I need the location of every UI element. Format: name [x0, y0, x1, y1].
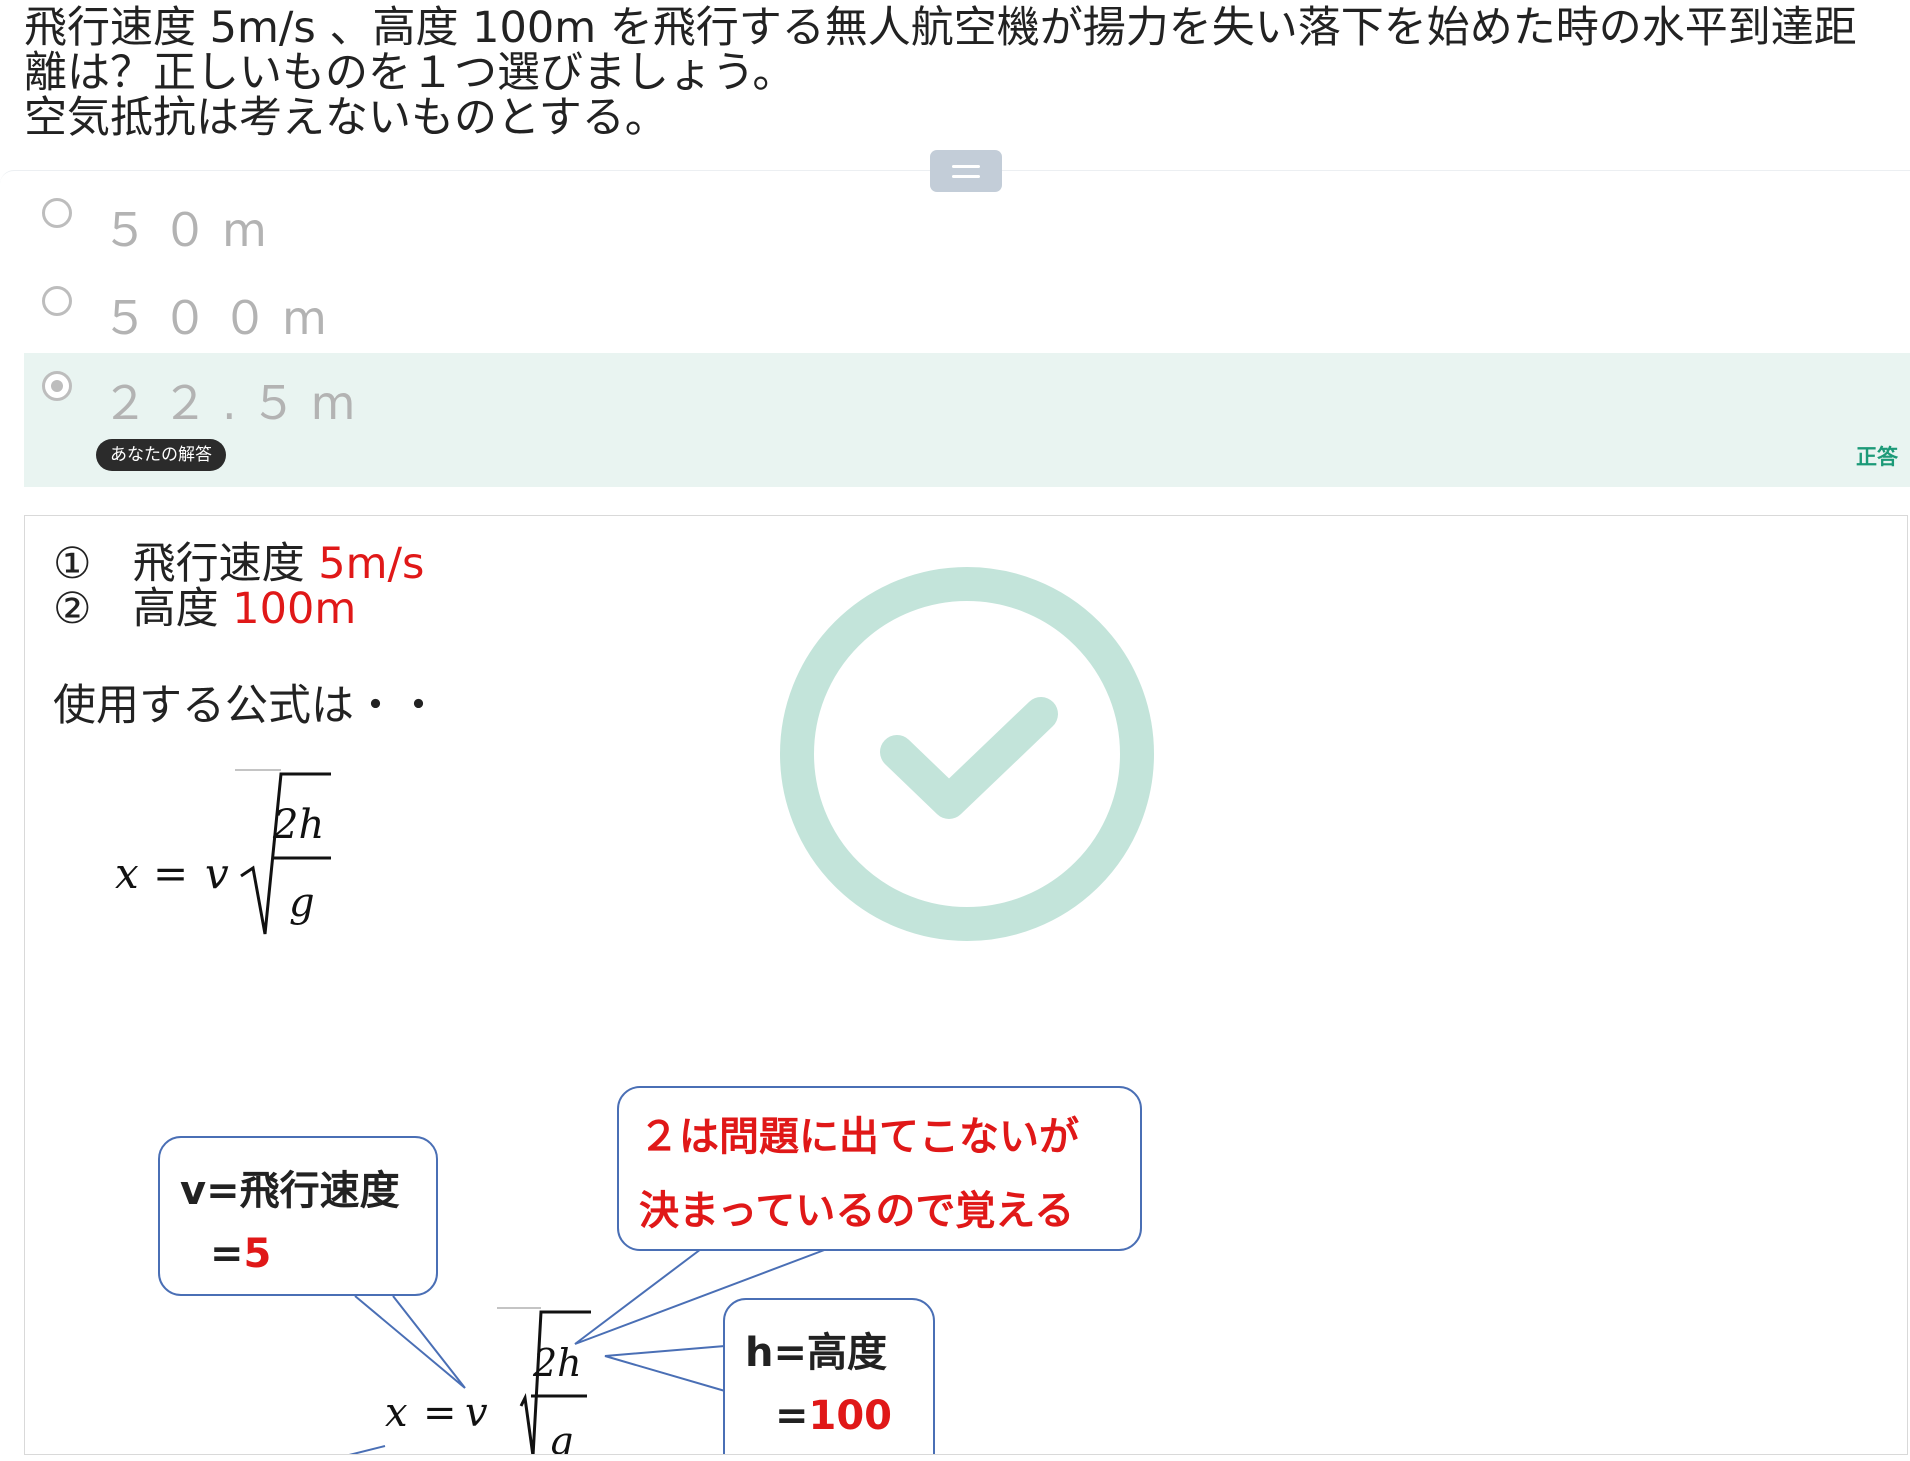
- formula-eq: =: [423, 1390, 457, 1436]
- your-answer-badge: あなたの解答: [96, 439, 226, 471]
- radio-button[interactable]: [42, 198, 72, 228]
- callout-tails: [348, 1245, 836, 1454]
- formula-x: x: [385, 1390, 408, 1436]
- callout-height: h=高度 =100: [723, 1298, 935, 1454]
- callout-velocity: v=飛行速度 =5: [158, 1136, 438, 1296]
- callout-v-label: v=飛行速度: [180, 1168, 400, 1214]
- radio-button-checked[interactable]: [42, 371, 72, 401]
- explanation-panel: ① 飛行速度 5m/s ② 高度 100m 使用する公式は・・ x = v 2h…: [24, 515, 1908, 1455]
- option-label: ５０m: [102, 203, 281, 257]
- callout-v-value: 5: [243, 1231, 272, 1277]
- formula-image-annotated: x = v 2h g: [385, 1307, 591, 1454]
- callout-h-label: h=高度: [745, 1330, 887, 1376]
- option-1[interactable]: ５０m: [24, 180, 1910, 264]
- question-text: 飛行速度 5m/s 、高度 100m を飛行する無人航空機が揚力を失い落下を始め…: [24, 6, 1884, 141]
- callout-h-value-row: =100: [775, 1393, 892, 1439]
- callout-2-line-2: 決まっているので覚える: [639, 1188, 1075, 1234]
- question-line-2: 離は？正しいものを１つ選びましょう。: [24, 48, 796, 98]
- callout-2-line-1: ２は問題に出てこないが: [639, 1114, 1079, 1160]
- option-2[interactable]: ５００m: [24, 268, 1910, 352]
- question-line-3: 空気抵抗は考えないものとする。: [24, 93, 668, 143]
- question-line-1: 飛行速度 5m/s 、高度 100m を飛行する無人航空機が揚力を失い落下を始め…: [24, 3, 1857, 53]
- correct-label: 正答: [1856, 445, 1898, 469]
- eq-sign: =: [210, 1231, 244, 1277]
- option-label: ２２.５m: [102, 376, 370, 430]
- callout-constant-two: ２は問題に出てこないが 決まっているので覚える: [617, 1086, 1142, 1251]
- formula-v: v: [465, 1390, 488, 1436]
- option-3[interactable]: ２２.５m あなたの解答 正答: [24, 353, 1910, 487]
- radio-button[interactable]: [42, 286, 72, 316]
- callout-v-value-row: =5: [210, 1231, 271, 1277]
- callout-h-value: 100: [808, 1393, 893, 1439]
- formula-num: 2h: [532, 1341, 582, 1385]
- eq-sign: =: [775, 1393, 809, 1439]
- option-label: ５００m: [102, 291, 341, 345]
